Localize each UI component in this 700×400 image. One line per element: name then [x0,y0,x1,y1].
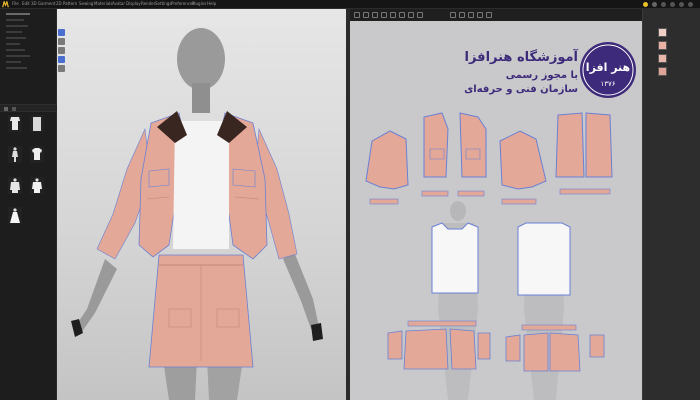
avatar-neck [192,83,210,113]
jacket-pocket-right [232,168,256,188]
user-icon[interactable] [652,2,657,7]
pattern-front-right[interactable] [459,112,487,178]
tree-item[interactable] [6,61,21,63]
tree-item[interactable] [6,19,24,21]
pattern-cuff-left[interactable] [369,198,399,205]
tree-item[interactable] [6,55,30,57]
pattern-skirt-back-left[interactable] [523,332,549,372]
pattern-skirt-front-left[interactable] [403,328,449,370]
window-controls [640,0,700,9]
pattern-cuff-right[interactable] [501,198,537,205]
pattern-front-left[interactable] [423,112,449,178]
library-item-avatar[interactable] [8,146,22,163]
pattern-band[interactable] [457,190,485,197]
tree-item[interactable] [6,25,28,27]
library-item-gown[interactable] [8,207,22,224]
fabric-swatch[interactable] [658,54,667,63]
pattern-top-front[interactable] [431,222,479,294]
pattern-back-right[interactable] [585,112,613,178]
menu-plugins[interactable]: Plugins [192,1,206,7]
menu-render[interactable]: Render [141,1,155,7]
maximize-icon[interactable] [679,2,684,7]
pattern-skirt-front-right[interactable] [449,328,477,370]
pattern-back-band[interactable] [559,188,611,195]
pattern-band[interactable] [421,190,449,197]
library-panel [0,9,57,400]
fabric-list-item[interactable] [646,53,696,64]
avatar-right-hand [311,323,323,341]
jacket-pocket-left [148,168,170,188]
library-item-dress[interactable] [30,115,44,132]
pattern-skirt-flap[interactable] [589,334,605,358]
fabric-list-item[interactable] [646,66,696,77]
library-item-jacket[interactable] [8,177,22,194]
seal-year: ۱۳۷۶ [600,80,615,88]
menu-bar: File Edit 3D Garment 2D Pattern Sewing M… [0,0,700,9]
library-item-tshirt[interactable] [30,146,44,163]
avatar-right-arm [283,249,319,329]
tree-item[interactable] [6,31,22,33]
pattern-skirt-back-waist[interactable] [521,324,577,331]
view-icon[interactable] [12,107,16,111]
pattern-skirt-waist[interactable] [407,320,477,327]
menu-materials[interactable]: Materials [94,1,112,7]
menu-sewing[interactable]: Sewing [79,1,93,7]
library-item-shirt[interactable] [8,115,22,132]
menu-file[interactable]: File [12,1,19,7]
garment-white-top[interactable] [173,121,229,249]
library-header [0,104,57,112]
tree-item[interactable] [6,43,20,45]
watermark-seal-logo: هنر افزا ۱۳۷۶ [580,42,636,98]
pattern-skirt-back-pocket[interactable] [505,334,521,362]
3d-viewport[interactable] [57,9,346,400]
avatar-scene[interactable] [57,9,346,400]
settings-icon[interactable] [661,2,666,7]
menu-avatar[interactable]: Avatar [112,1,125,7]
tree-item[interactable] [6,49,25,51]
library-icon[interactable] [4,107,8,111]
avatar-head[interactable] [177,28,225,90]
tree-item[interactable] [6,13,30,15]
avatar-ghost-head [450,201,466,221]
pattern-left-sleeve[interactable] [365,130,409,190]
avatar-left-arm [75,259,117,333]
menu-display[interactable]: Display [126,1,141,7]
fabric-list-item[interactable] [646,40,696,51]
fabric-swatch[interactable] [658,28,667,37]
menu-help[interactable]: Help [207,1,216,7]
pattern-skirt-side[interactable] [477,332,491,360]
pattern-top-back[interactable] [517,222,571,296]
app-logo-icon[interactable] [2,1,9,8]
object-browser-panel [642,9,700,400]
watermark-title: آموزشگاه هنرافزا [464,50,578,65]
pattern-back-left[interactable] [555,112,585,178]
library-item-coat[interactable] [30,177,44,194]
pattern-skirt-back-right[interactable] [549,332,581,372]
fabric-swatch[interactable] [658,41,667,50]
menu-3d-garment[interactable]: 3D Garment [31,1,55,7]
tree-item[interactable] [6,37,26,39]
pattern-right-sleeve[interactable] [499,130,547,190]
close-icon[interactable] [688,2,693,7]
watermark-organization: سازمان فنی و حرفه‌ای [464,84,578,95]
fabric-swatch[interactable] [658,67,667,76]
fabric-list-item[interactable] [646,27,696,38]
watermark-subtitle: با مجوز رسمی [505,70,578,81]
tree-item[interactable] [6,67,27,69]
menu-edit[interactable]: Edit [22,1,30,7]
menu-2d-pattern[interactable]: 2D Pattern [56,1,77,7]
pattern-skirt-pocket[interactable] [387,330,403,360]
menu-preferences[interactable]: Preferences [171,1,195,7]
menu-settings[interactable]: Settings [155,1,171,7]
seal-text: هنر افزا [586,61,630,74]
status-icon[interactable] [643,2,648,7]
minimize-icon[interactable] [670,2,675,7]
